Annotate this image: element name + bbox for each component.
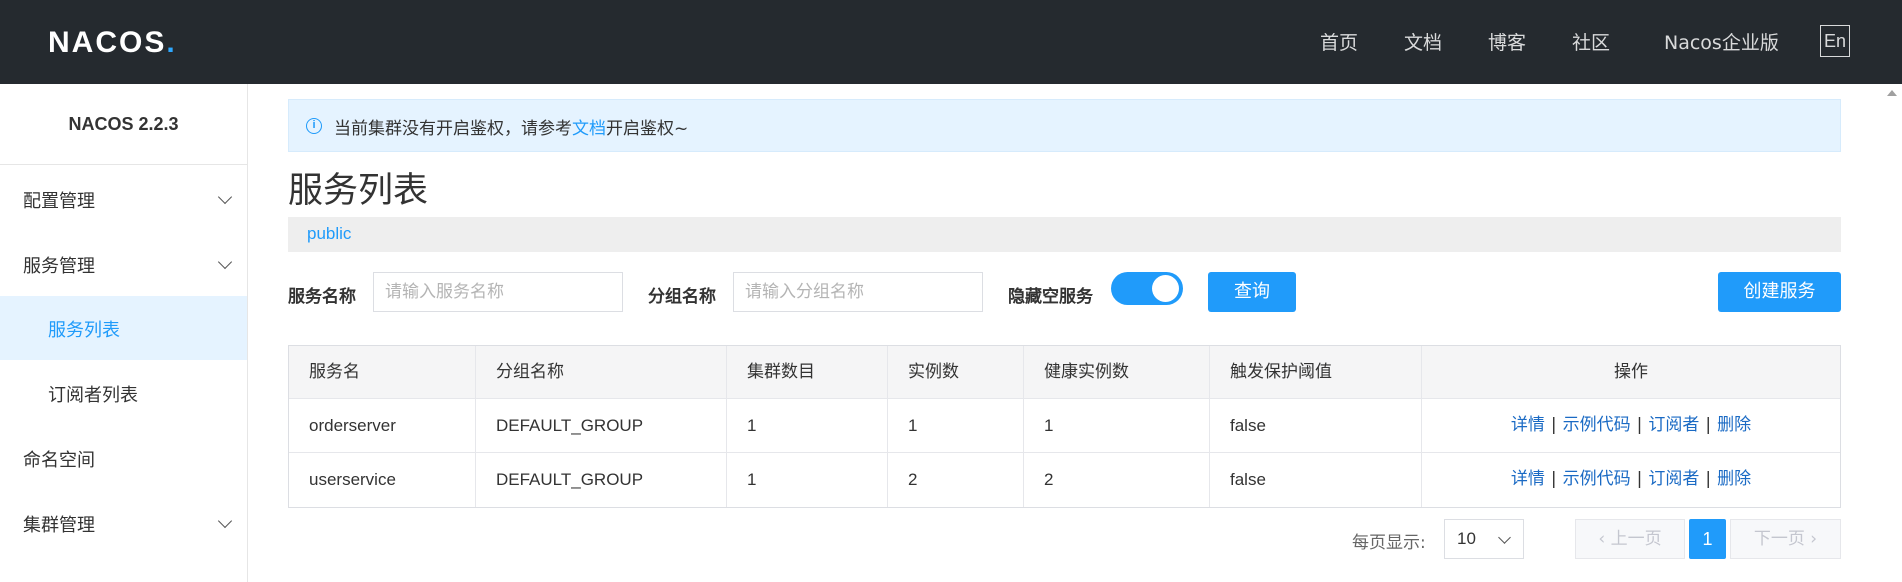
cell-protect-threshold: false [1210,453,1422,507]
version-label: NACOS 2.2.3 [0,84,247,165]
cell-cluster-count: 1 [727,453,888,507]
sidebar-item-label: 集群管理 [23,515,95,536]
nav-community[interactable]: 社区 [1572,28,1610,55]
cell-protect-threshold: false [1210,399,1422,452]
prev-page-button[interactable]: ‹ 上一页 [1575,519,1685,559]
cell-service-name: userservice [289,453,476,507]
column-header-instance-count: 实例数 [888,346,1024,398]
hide-empty-service-label: 隐藏空服务 [1008,287,1093,307]
detail-link[interactable]: 详情 [1511,415,1545,435]
chevron-down-icon [217,189,233,205]
nav-home[interactable]: 首页 [1320,28,1358,55]
column-header-cluster-count: 集群数目 [727,346,888,398]
notice-text: 当前集群没有开启鉴权，请参考文档开启鉴权~ [334,119,689,139]
sidebar-item-service-management[interactable]: 服务管理 [0,232,247,296]
chevron-down-icon [217,513,233,529]
nacos-logo[interactable]: NACOS. [48,26,177,60]
delete-link[interactable]: 删除 [1717,469,1751,489]
top-navbar: NACOS. 首页 文档 博客 社区 Nacos企业版 En [0,0,1902,84]
service-name-label: 服务名称 [288,287,356,307]
delete-link[interactable]: 删除 [1717,415,1751,435]
column-header-protect-threshold: 触发保护阈值 [1210,346,1422,398]
next-page-button[interactable]: 下一页 › [1730,519,1841,559]
table-row: userservice DEFAULT_GROUP 1 2 2 false 详情… [289,453,1840,507]
sidebar-item-config-management[interactable]: 配置管理 [0,167,247,231]
toggle-knob [1152,275,1179,302]
hide-empty-service-toggle[interactable] [1111,272,1183,305]
table-header-row: 服务名 分组名称 集群数目 实例数 健康实例数 触发保护阈值 操作 [289,346,1840,399]
sidebar-item-label: 命名空间 [23,450,95,471]
page-title: 服务列表 [288,171,429,211]
page-size-label: 每页显示: [1352,533,1426,553]
chevron-down-icon [217,254,233,270]
cell-instance-count: 1 [888,399,1024,452]
sidebar-item-cluster-management[interactable]: 集群管理 [0,491,247,555]
nav-docs[interactable]: 文档 [1404,28,1442,55]
current-page-button[interactable]: 1 [1689,519,1726,559]
sidebar-item-label: 服务列表 [48,320,120,341]
sidebar-item-label: 订阅者列表 [48,385,138,406]
docs-link[interactable]: 文档 [572,119,606,139]
detail-link[interactable]: 详情 [1511,469,1545,489]
sidebar: NACOS 2.2.3 配置管理 服务管理 服务列表 订阅者列表 命名空间 集群… [0,84,248,582]
query-button[interactable]: 查询 [1208,272,1296,312]
cell-group-name: DEFAULT_GROUP [476,399,727,452]
group-name-label: 分组名称 [648,287,716,307]
sidebar-item-subscriber-list[interactable]: 订阅者列表 [0,361,247,425]
language-toggle-button[interactable]: En [1820,25,1850,57]
column-header-service-name: 服务名 [289,346,476,398]
sample-code-link[interactable]: 示例代码 [1563,415,1631,435]
cell-healthy-count: 2 [1024,453,1210,507]
sidebar-item-service-list[interactable]: 服务列表 [0,296,247,360]
nav-enterprise[interactable]: Nacos企业版 [1664,28,1779,55]
column-header-healthy-count: 健康实例数 [1024,346,1210,398]
sidebar-item-label: 配置管理 [23,191,95,212]
column-header-actions: 操作 [1614,362,1648,382]
sidebar-item-label: 服务管理 [23,256,95,277]
cell-actions: 详情 | 示例代码 | 订阅者 | 删除 [1510,469,1752,489]
sidebar-item-namespace[interactable]: 命名空间 [0,426,247,490]
cell-service-name: orderserver [289,399,476,452]
cell-cluster-count: 1 [727,399,888,452]
page-size-select[interactable]: 10 [1444,519,1524,559]
table-row: orderserver DEFAULT_GROUP 1 1 1 false 详情… [289,399,1840,453]
service-table: 服务名 分组名称 集群数目 实例数 健康实例数 触发保护阈值 操作 orders… [288,345,1841,508]
subscribers-link[interactable]: 订阅者 [1648,469,1699,489]
cell-actions: 详情 | 示例代码 | 订阅者 | 删除 [1510,415,1752,435]
subscribers-link[interactable]: 订阅者 [1648,415,1699,435]
chevron-down-icon [1498,531,1511,544]
nav-blog[interactable]: 博客 [1488,28,1526,55]
cell-instance-count: 2 [888,453,1024,507]
group-name-input[interactable] [733,272,983,312]
scroll-up-arrow-icon[interactable] [1887,90,1897,96]
info-icon: i [306,118,322,134]
page-scrollbar[interactable] [1882,84,1902,582]
namespace-bar: public [288,217,1841,252]
auth-notice-banner: i 当前集群没有开启鉴权，请参考文档开启鉴权~ [288,99,1841,152]
service-name-input[interactable] [373,272,623,312]
column-header-group-name: 分组名称 [476,346,727,398]
sample-code-link[interactable]: 示例代码 [1563,469,1631,489]
create-service-button[interactable]: 创建服务 [1718,272,1841,312]
cell-group-name: DEFAULT_GROUP [476,453,727,507]
namespace-tab-public[interactable]: public [307,224,351,244]
cell-healthy-count: 1 [1024,399,1210,452]
